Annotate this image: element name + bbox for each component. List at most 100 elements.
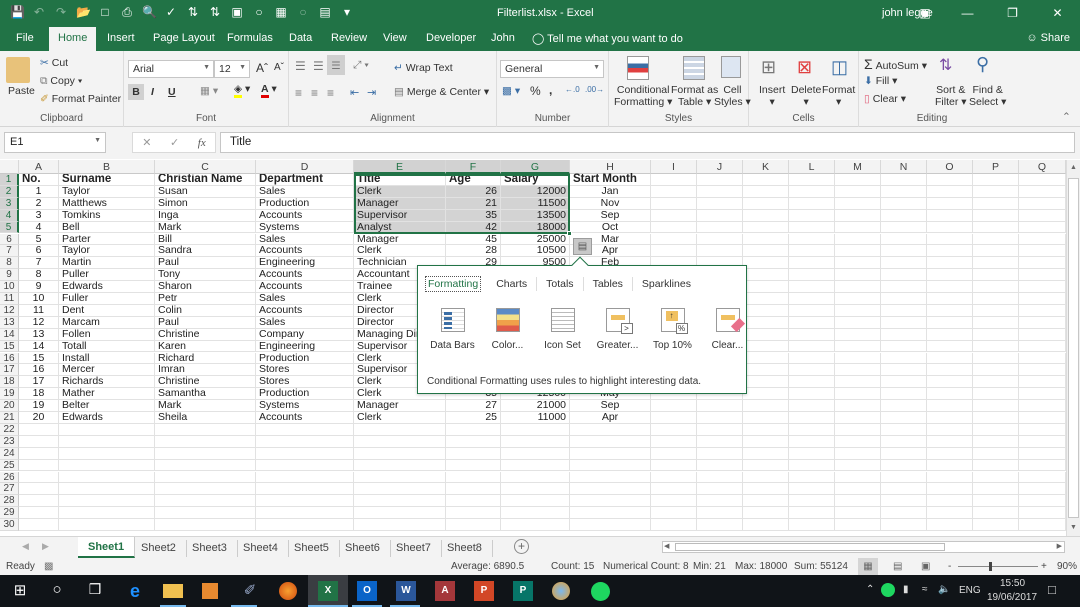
page-break-view-icon[interactable]: ▣	[921, 561, 930, 572]
cell[interactable]: 8	[19, 269, 59, 282]
cell[interactable]	[651, 209, 697, 222]
cell[interactable]	[881, 459, 927, 472]
cell[interactable]: 10	[19, 293, 59, 305]
cell[interactable]: Inga	[155, 209, 256, 222]
align-center-icon[interactable]: ≡	[311, 86, 318, 100]
cell[interactable]	[1019, 269, 1066, 282]
font-name-select[interactable]: Arial ▼	[128, 60, 214, 78]
cell[interactable]: Totall	[59, 340, 155, 353]
cell[interactable]	[446, 483, 501, 496]
sheet-tab-4[interactable]: Sheet4	[233, 540, 289, 557]
cell[interactable]	[789, 185, 835, 198]
font-size-select[interactable]: 12 ▼	[214, 60, 250, 78]
cell[interactable]: Taylor	[59, 185, 155, 198]
cell[interactable]	[789, 435, 835, 448]
cell[interactable]: Bill	[155, 233, 256, 246]
cell[interactable]	[973, 245, 1019, 258]
vertical-scroll-thumb[interactable]	[1068, 178, 1079, 518]
cell[interactable]	[501, 459, 570, 472]
cell[interactable]: Manager	[354, 400, 446, 412]
qa-data-bars[interactable]: Data Bars	[428, 308, 477, 351]
formula-input[interactable]: Title	[220, 132, 1075, 153]
cell[interactable]	[743, 376, 789, 389]
cell[interactable]	[651, 233, 697, 246]
cell[interactable]: Systems	[256, 400, 354, 412]
column-header-f[interactable]: F	[446, 160, 501, 174]
cell[interactable]	[1019, 185, 1066, 198]
qa-tab-charts[interactable]: Charts	[487, 277, 538, 291]
cell[interactable]	[973, 257, 1019, 270]
cell[interactable]	[1019, 197, 1066, 210]
fill-handle[interactable]	[567, 230, 572, 236]
paste-icon[interactable]	[6, 57, 30, 83]
cell[interactable]	[697, 174, 743, 186]
cell[interactable]: Richards	[59, 376, 155, 389]
cell[interactable]	[835, 281, 881, 293]
row-header[interactable]: 2	[0, 185, 19, 198]
cell[interactable]	[835, 245, 881, 258]
cell[interactable]: Karen	[155, 340, 256, 353]
cell[interactable]: Richard	[155, 352, 256, 365]
scroll-down-icon[interactable]: ▼	[1068, 524, 1079, 534]
cell[interactable]	[743, 388, 789, 401]
cell[interactable]	[789, 174, 835, 186]
column-title-cell[interactable]: Title	[354, 174, 446, 186]
insert-cells-icon[interactable]: ⊞	[761, 57, 776, 78]
print-preview-zoom-icon[interactable]: 🔍	[142, 5, 157, 19]
row-header[interactable]: 10	[0, 281, 19, 293]
find-icon[interactable]: ⚲	[976, 54, 989, 75]
cell[interactable]: Clerk	[354, 412, 446, 424]
cell[interactable]: Analyst	[354, 221, 446, 234]
clock-time[interactable]: 15:50	[1000, 578, 1025, 589]
cell[interactable]	[743, 412, 789, 424]
cell[interactable]	[155, 519, 256, 531]
row-header[interactable]: 23	[0, 435, 19, 448]
cell[interactable]: Production	[256, 352, 354, 365]
column-header-a[interactable]: A	[19, 160, 59, 174]
cell[interactable]	[973, 185, 1019, 198]
cell[interactable]	[789, 507, 835, 520]
cell[interactable]	[570, 435, 651, 448]
cell[interactable]	[835, 293, 881, 305]
cell[interactable]	[59, 507, 155, 520]
cell[interactable]	[881, 185, 927, 198]
decrease-font-icon[interactable]: Aˇ	[274, 62, 284, 73]
column-header-c[interactable]: C	[155, 160, 256, 174]
cell[interactable]	[973, 412, 1019, 424]
increase-indent-icon[interactable]: ⇥	[367, 86, 376, 99]
task-view-icon[interactable]: ❒	[85, 581, 105, 601]
tab-john[interactable]: John	[491, 32, 515, 44]
cell[interactable]	[446, 435, 501, 448]
add-sheet-icon[interactable]: +	[514, 539, 529, 554]
cell[interactable]	[59, 495, 155, 508]
cell[interactable]: 13	[19, 328, 59, 341]
cell[interactable]	[256, 495, 354, 508]
row-header[interactable]: 5	[0, 221, 19, 234]
cell[interactable]	[59, 447, 155, 460]
cell[interactable]	[256, 471, 354, 484]
minimize-icon[interactable]: —	[945, 0, 990, 27]
collapse-ribbon-icon[interactable]: ⌃	[1062, 111, 1071, 123]
cell[interactable]	[59, 483, 155, 496]
cell[interactable]	[354, 459, 446, 472]
windows-start-icon[interactable]: ⊞	[10, 581, 30, 601]
cell[interactable]: Tomkins	[59, 209, 155, 222]
horizontal-scroll-thumb[interactable]	[675, 543, 945, 551]
cell[interactable]: Susan	[155, 185, 256, 198]
access-icon[interactable]: A	[435, 581, 455, 601]
sort-desc-icon[interactable]: ⇅	[208, 5, 222, 19]
cell[interactable]: 12	[19, 316, 59, 329]
cell[interactable]	[651, 519, 697, 531]
cell[interactable]	[789, 483, 835, 496]
cell[interactable]	[743, 197, 789, 210]
cell[interactable]	[501, 519, 570, 531]
sheet-tab-1[interactable]: Sheet1	[78, 537, 136, 558]
cell[interactable]	[19, 495, 59, 508]
cell[interactable]: Engineering	[256, 340, 354, 353]
clock-date[interactable]: 19/06/2017	[987, 592, 1037, 603]
redo-icon[interactable]: ↷	[54, 5, 68, 19]
cell[interactable]: Samantha	[155, 388, 256, 401]
status-sum[interactable]: Sum: 55124	[794, 561, 848, 572]
customize-icon[interactable]: ▾	[340, 5, 354, 19]
cell[interactable]	[697, 507, 743, 520]
